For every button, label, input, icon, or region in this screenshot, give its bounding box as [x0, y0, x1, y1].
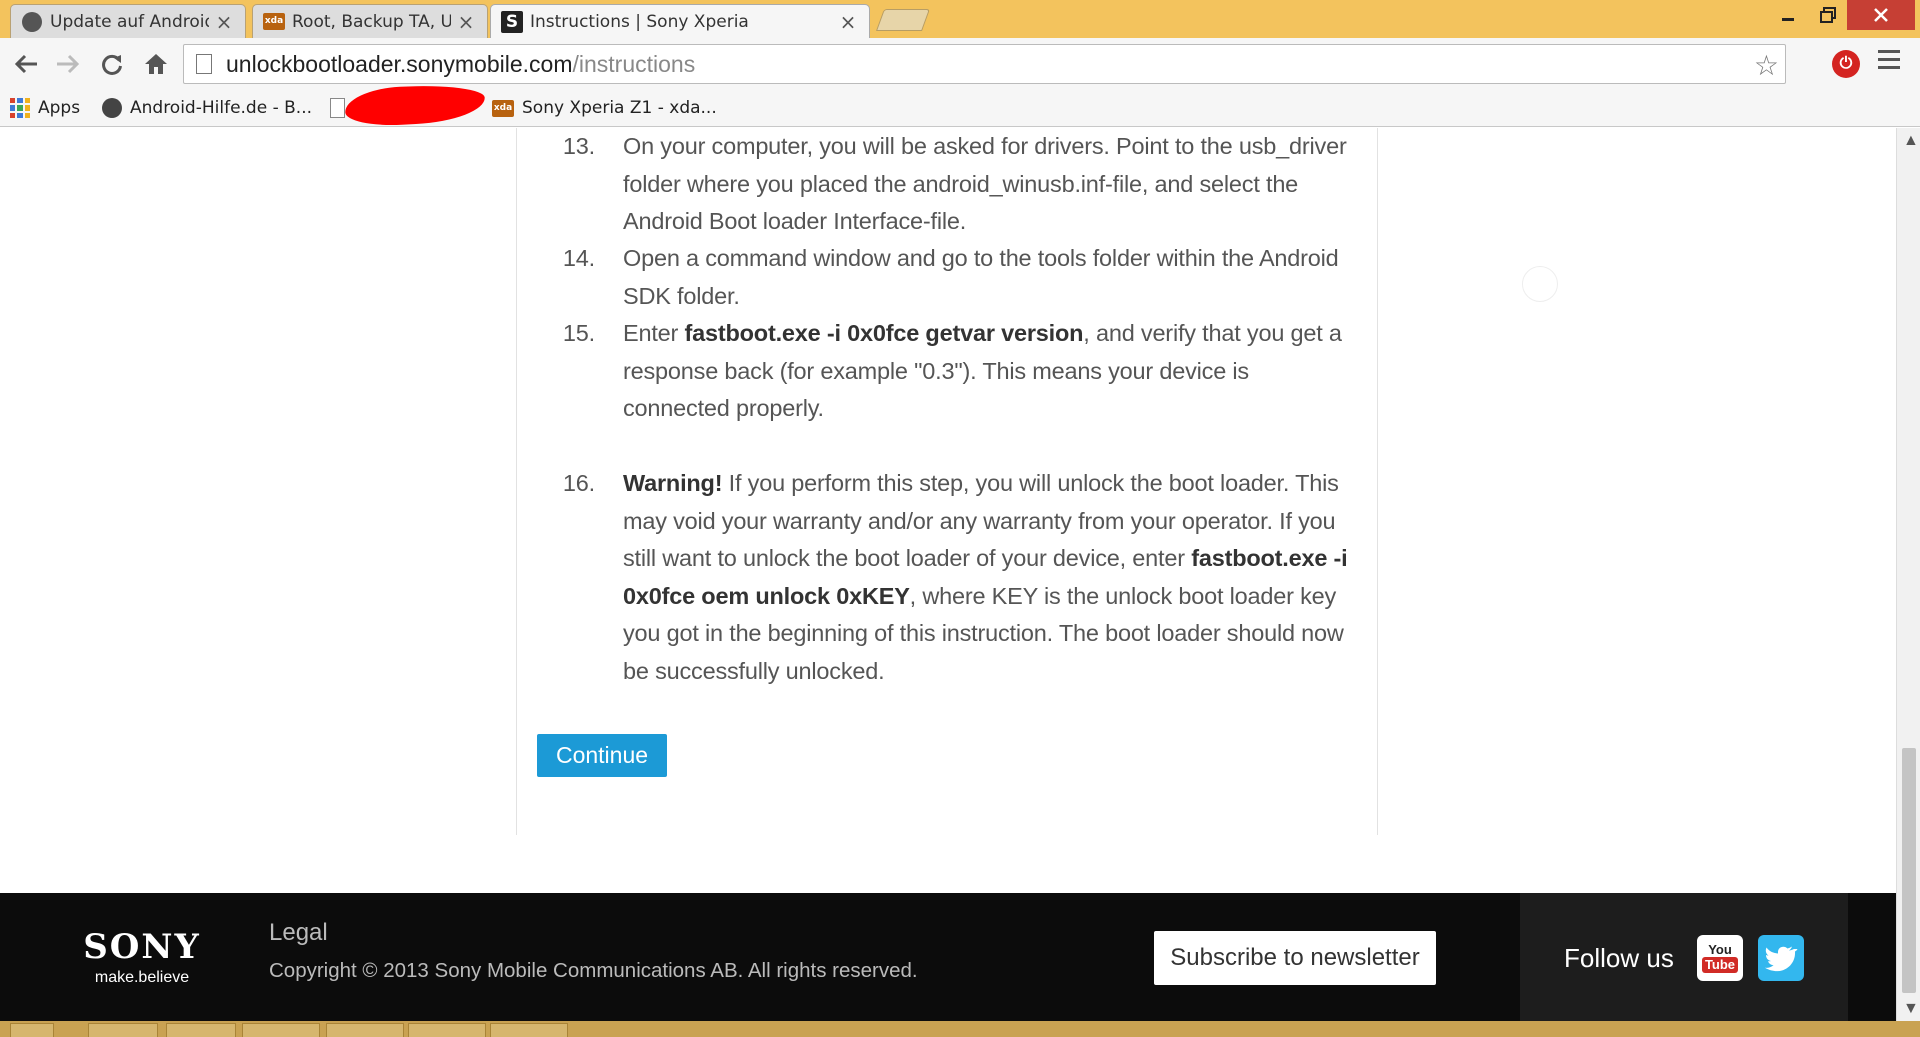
home-icon[interactable] [138, 46, 174, 82]
tab-root-backup[interactable]: xda Root, Backup TA, Unlock × [252, 4, 488, 38]
step-bold-text: Warning! [623, 470, 723, 496]
taskbar-item[interactable] [326, 1023, 404, 1037]
address-bar[interactable]: unlockbootloader.sonymobile.com /instruc… [183, 44, 1786, 84]
legal-link[interactable]: Legal [269, 919, 328, 947]
page-viewport: 13. On your computer, you will be asked … [0, 128, 1896, 1021]
step-text-segment: Enter [623, 320, 685, 346]
vertical-scrollbar[interactable]: ▲ ▼ [1896, 128, 1920, 1021]
page-icon [330, 98, 345, 118]
bookmarks-bar: Apps Android-Hilfe.de - B... xda Sony Xp… [0, 90, 1920, 127]
bookmark-xda[interactable]: xda Sony Xperia Z1 - xda... [492, 94, 717, 122]
step-number: 16. [562, 470, 595, 496]
step-16: 16. Warning! If you perform this step, y… [547, 465, 1353, 691]
minimize-icon[interactable] [1770, 0, 1806, 30]
continue-button[interactable]: Continue [537, 734, 667, 777]
youtube-you-text: You [1708, 942, 1732, 957]
url-path: /instructions [572, 50, 696, 77]
taskbar-item[interactable] [490, 1023, 568, 1037]
instructions-column: 13. On your computer, you will be asked … [516, 128, 1378, 835]
step-text-segment: Open a command window and go to the tool… [623, 245, 1339, 309]
follow-us-label: Follow us [1564, 943, 1674, 973]
step-bold-text: fastboot.exe -i 0x0fce getvar version [684, 320, 1084, 346]
taskbar-item[interactable] [242, 1023, 320, 1037]
step-15: 15. Enter fastboot.exe -i 0x0fce getvar … [547, 315, 1353, 428]
tab-title: Instructions | Sony Xperia [530, 12, 749, 32]
scroll-down-icon[interactable]: ▼ [1903, 1000, 1919, 1018]
xda-icon: xda [263, 11, 285, 33]
bookmark-android-hilfe[interactable]: Android-Hilfe.de - B... [102, 94, 312, 122]
android-icon [102, 98, 122, 118]
step-14: 14. Open a command window and go to the … [547, 240, 1353, 315]
step-text: Enter fastboot.exe -i 0x0fce getvar vers… [623, 315, 1353, 428]
step-number: 14. [562, 245, 595, 271]
bookmark-label: Apps [38, 98, 81, 118]
step-text: Open a command window and go to the tool… [623, 240, 1353, 315]
logo-word: SONY [83, 927, 201, 967]
sony-logo[interactable]: SONY make.believe [72, 927, 212, 987]
loading-spinner [1522, 266, 1558, 302]
restore-icon[interactable] [1810, 0, 1846, 30]
forward-arrow-icon[interactable] [50, 46, 86, 82]
scroll-up-icon[interactable]: ▲ [1903, 132, 1919, 150]
tab-title: Root, Backup TA, Unlock [292, 11, 451, 32]
new-tab-button[interactable] [875, 9, 931, 31]
step-number: 15. [562, 320, 595, 346]
subscribe-newsletter-button[interactable]: Subscribe to newsletter [1154, 931, 1436, 985]
taskbar-item[interactable] [408, 1023, 486, 1037]
adblock-icon[interactable]: ⏻ [1832, 50, 1860, 78]
youtube-icon[interactable]: You Tube [1697, 935, 1743, 981]
step-text: On your computer, you will be asked for … [623, 128, 1353, 241]
close-icon[interactable]: × [837, 10, 859, 34]
bookmark-star-icon[interactable]: ☆ [1754, 49, 1779, 82]
page-icon [196, 54, 212, 74]
url-host: unlockbootloader.sonymobile.com [226, 50, 573, 77]
back-arrow-icon[interactable] [8, 46, 44, 82]
start-button[interactable] [10, 1023, 54, 1037]
step-text: Warning! If you perform this step, you w… [623, 465, 1353, 691]
close-icon[interactable]: × [213, 10, 235, 34]
step-text-segment: On your computer, you will be asked for … [623, 133, 1347, 235]
taskbar-item[interactable] [166, 1023, 236, 1037]
taskbar-item[interactable] [88, 1023, 158, 1037]
step-13: 13. On your computer, you will be asked … [547, 128, 1353, 241]
gear-icon [21, 11, 43, 33]
xda-icon: xda [492, 99, 514, 117]
menu-icon[interactable] [1878, 50, 1900, 72]
apps-grid-icon [10, 98, 30, 118]
close-icon[interactable]: × [455, 10, 477, 34]
bookmark-label: Sony Xperia Z1 - xda... [522, 98, 717, 118]
window-close-icon[interactable] [1847, 0, 1915, 30]
follow-us-panel: Follow us You Tube [1520, 893, 1848, 1021]
sony-s-icon: S [501, 11, 523, 33]
twitter-icon[interactable] [1758, 935, 1804, 981]
browser-toolbar: unlockbootloader.sonymobile.com /instruc… [0, 38, 1920, 90]
reload-icon[interactable] [94, 46, 130, 82]
tab-title: Update auf Android 4.3 vi [50, 11, 209, 32]
step-number: 13. [562, 133, 595, 159]
copyright-text: Copyright © 2013 Sony Mobile Communicati… [269, 959, 918, 982]
tab-update-android[interactable]: Update auf Android 4.3 vi × [10, 4, 246, 38]
scrollbar-thumb[interactable] [1902, 748, 1916, 993]
browser-titlebar: Update auf Android 4.3 vi × xda Root, Ba… [0, 0, 1920, 39]
bookmark-apps[interactable]: Apps [10, 94, 80, 122]
bookmark-label: Android-Hilfe.de - B... [130, 98, 313, 118]
page-footer: SONY make.believe Legal Copyright © 2013… [0, 893, 1896, 1021]
windows-taskbar [0, 1021, 1920, 1037]
youtube-tube-text: Tube [1701, 957, 1739, 973]
tab-instructions[interactable]: S Instructions | Sony Xperia × [490, 4, 870, 39]
logo-tagline: make.believe [94, 969, 190, 986]
